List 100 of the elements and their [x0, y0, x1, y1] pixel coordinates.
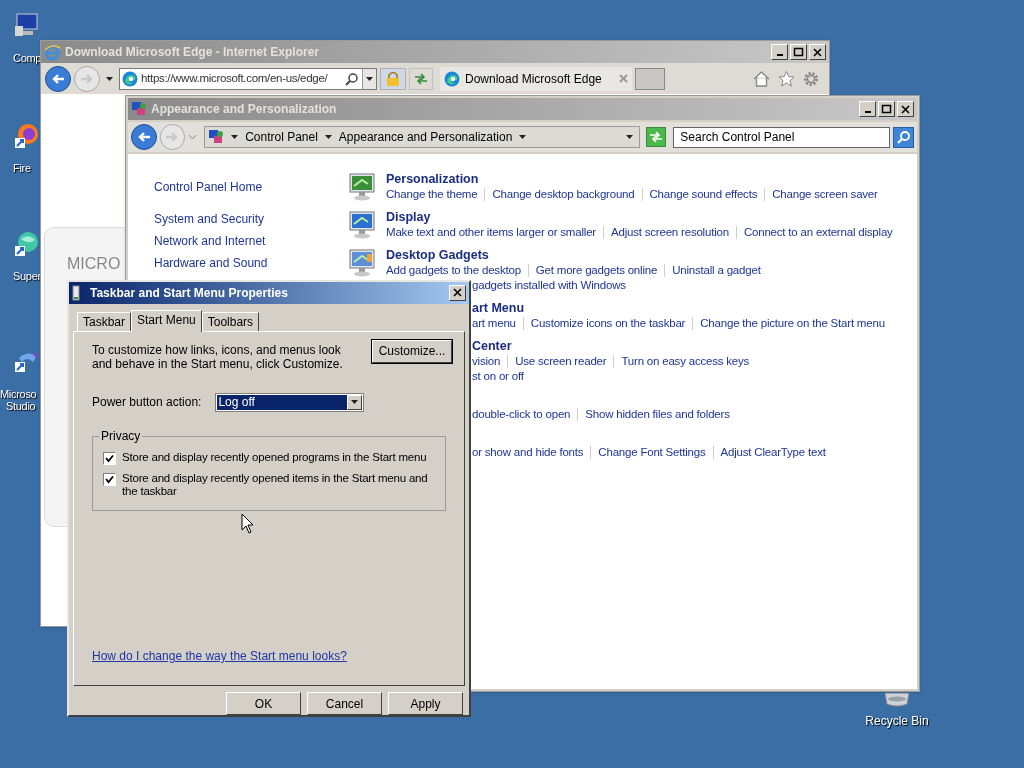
back-button[interactable] — [131, 124, 157, 150]
tab[interactable]: Toolbars — [201, 311, 260, 331]
history-caret-icon — [188, 134, 198, 140]
monitor-icon[interactable] — [348, 210, 378, 240]
task-link[interactable]: Turn on easy access keys — [621, 354, 750, 369]
maximize-button[interactable] — [790, 44, 807, 60]
refresh-arrows-icon — [414, 72, 428, 85]
close-icon — [899, 102, 912, 116]
checkbox-label[interactable]: Store and display recently opened items in the Start menu and the taskbar — [122, 471, 435, 498]
window-title: Download Microsoft Edge - Internet Explorer — [65, 44, 320, 61]
desktop-icon-label[interactable]: Fire — [0, 162, 31, 174]
group-title: Privacy — [99, 428, 143, 443]
category-title[interactable]: Display — [386, 210, 431, 225]
dialog-button[interactable]: Apply — [388, 692, 463, 715]
dialog-button[interactable]: OK — [226, 692, 301, 715]
close-icon — [811, 45, 824, 59]
search-button[interactable] — [893, 126, 914, 148]
task-link[interactable]: double-click to open — [472, 407, 571, 422]
refresh-arrows-icon — [649, 131, 663, 143]
search-icon[interactable] — [345, 71, 359, 86]
close-button[interactable] — [449, 284, 466, 301]
breadcrumb-item[interactable]: Control Panel — [245, 128, 318, 146]
nav-link[interactable]: Hardware and Sound — [154, 252, 346, 274]
tab[interactable]: Start Menu — [131, 309, 202, 332]
task-link[interactable]: vision — [472, 354, 501, 369]
close-button[interactable] — [897, 101, 914, 117]
search-field[interactable]: Search Control Panel — [673, 126, 891, 148]
task-link[interactable]: Make text and other items larger or smaller — [386, 225, 596, 240]
task-link[interactable]: Show hidden files and folders — [585, 407, 730, 422]
compatibility-button[interactable] — [409, 67, 433, 90]
task-link[interactable]: Add gadgets to the desktop — [386, 263, 521, 278]
help-link[interactable]: How do I change the way the Start menu looks? — [92, 649, 347, 663]
browser-tab[interactable]: Download Microsoft Edge — [440, 66, 632, 91]
swirl-logo-icon — [122, 70, 138, 87]
desktop-icon-label[interactable]: Super — [0, 270, 41, 282]
checkbox[interactable] — [103, 451, 116, 465]
window-title: Appearance and Personalization — [151, 101, 337, 118]
address-field[interactable]: https://www.microsoft.com/en-us/edge/ — [119, 67, 377, 90]
task-link[interactable]: Change the theme — [386, 187, 478, 202]
category-title[interactable]: art Menu — [472, 301, 525, 316]
control-panel-icon — [208, 129, 225, 145]
monitor-icon[interactable] — [348, 248, 378, 278]
back-button[interactable] — [45, 65, 71, 92]
close-button[interactable] — [809, 44, 826, 60]
task-link[interactable]: gadgets installed with Windows — [472, 278, 626, 293]
task-link[interactable]: Use screen reader — [515, 354, 607, 369]
address-text: https://www.microsoft.com/en-us/edge/ — [141, 70, 328, 86]
refresh-button[interactable] — [645, 127, 667, 147]
control-panel-icon — [131, 101, 147, 117]
computer-icon[interactable] — [13, 12, 39, 38]
task-link[interactable]: Change the picture on the Start menu — [700, 316, 885, 331]
breadcrumb-item[interactable]: Appearance and Personalization — [338, 128, 513, 146]
left-arrow-icon — [51, 72, 65, 85]
settings-icon[interactable] — [803, 70, 819, 87]
task-link[interactable]: Get more gadgets online — [535, 263, 658, 278]
minimize-button[interactable] — [771, 44, 788, 60]
caret-icon — [519, 135, 527, 139]
desktop-icon-label[interactable]: Microso Studio — [0, 388, 37, 412]
monitor-icon[interactable] — [348, 172, 378, 202]
new-tab-button[interactable] — [635, 67, 665, 90]
task-link[interactable]: Connect to an external display — [743, 225, 893, 240]
task-link[interactable]: Adjust screen resolution — [611, 225, 729, 240]
power-action-dropdown[interactable]: Log off — [215, 392, 365, 412]
task-link[interactable]: Change screen saver — [772, 187, 878, 202]
task-link[interactable]: Change sound effects — [649, 187, 758, 202]
category-title[interactable]: Center — [472, 339, 512, 354]
task-link[interactable]: Change desktop background — [492, 187, 635, 202]
right-arrow-icon — [80, 72, 94, 85]
left-arrow-icon — [136, 131, 151, 143]
home-icon[interactable] — [753, 70, 770, 87]
nav-link[interactable]: Network and Internet — [154, 230, 346, 252]
task-link[interactable]: st on or off — [472, 369, 524, 384]
checkbox[interactable] — [103, 472, 116, 486]
maximize-button[interactable] — [878, 101, 895, 117]
nav-link[interactable]: Control Panel Home — [154, 176, 346, 198]
desktop-icon-label[interactable]: Recycle Bin — [865, 712, 929, 730]
minimize-button[interactable] — [859, 101, 876, 117]
app-shortcut-icon[interactable] — [13, 230, 39, 256]
task-link[interactable]: Uninstall a gadget — [672, 263, 761, 278]
star-icon[interactable] — [778, 70, 795, 87]
recycle-bin-icon[interactable] — [883, 693, 911, 707]
category-title[interactable]: Personalization — [386, 172, 479, 187]
address-dropdown-button[interactable] — [362, 68, 376, 89]
nav-link[interactable]: System and Security — [154, 208, 346, 230]
description-text: To customize how links, icons, and menus look and behave in the Start menu, click Customize. — [92, 341, 344, 371]
tab[interactable]: Taskbar — [77, 311, 132, 331]
dialog-button[interactable]: Cancel — [307, 692, 382, 715]
checkbox-label[interactable]: Store and display recently opened programs in the Start menu — [122, 450, 427, 464]
task-link[interactable]: Change Font Settings — [598, 445, 706, 460]
maximize-icon — [880, 102, 893, 116]
customize-button[interactable]: Customize... — [372, 339, 452, 363]
breadcrumb-bar[interactable]: Control Panel Appearance and Personalization — [204, 126, 640, 148]
task-link[interactable]: Adjust ClearType text — [720, 445, 826, 460]
fox-globe-icon[interactable] — [13, 122, 39, 148]
task-link[interactable]: Customize icons on the taskbar — [530, 316, 686, 331]
padlock-icon — [386, 70, 400, 87]
task-link[interactable]: or show and hide fonts — [472, 445, 584, 460]
task-link[interactable]: art menu — [472, 316, 516, 331]
caret-icon — [231, 135, 239, 139]
category-title[interactable]: Desktop Gadgets — [386, 248, 489, 263]
